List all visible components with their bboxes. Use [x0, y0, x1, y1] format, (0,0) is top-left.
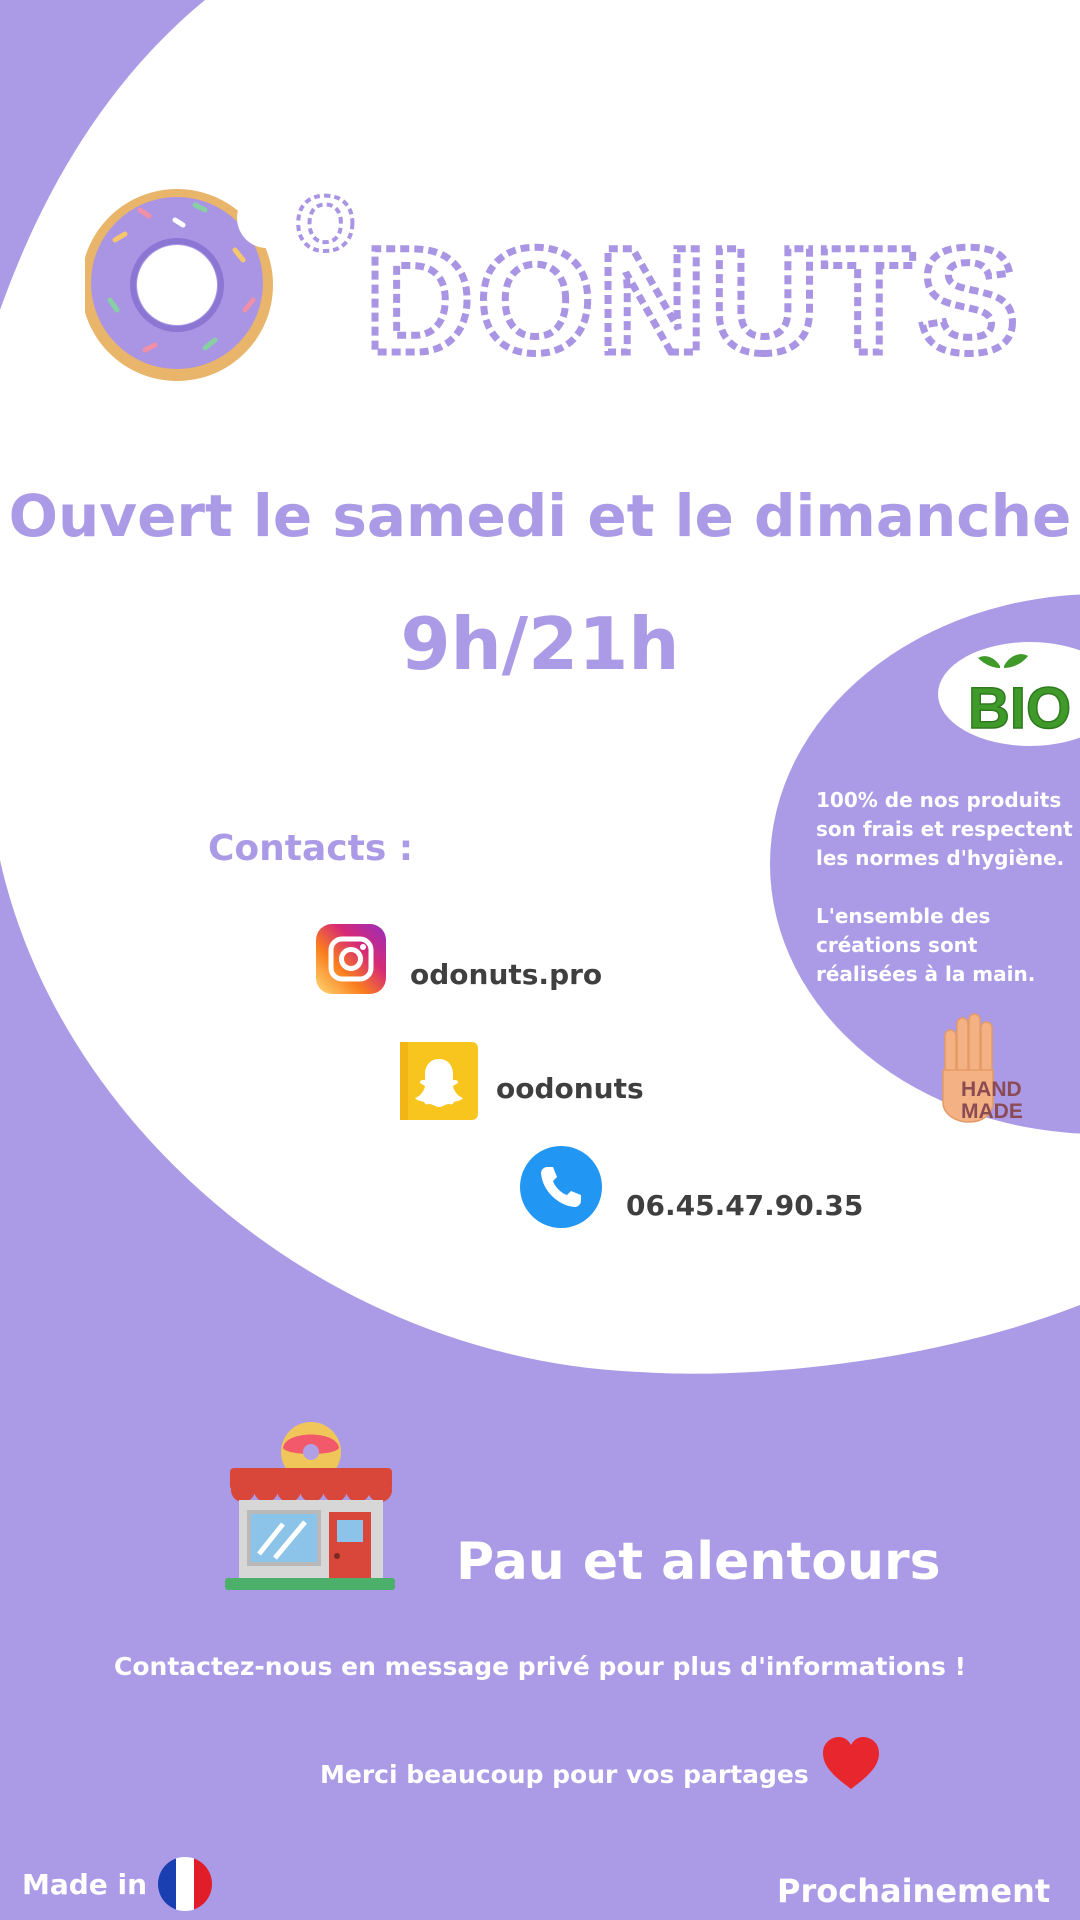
snapchat-handle: oodonuts [496, 1071, 644, 1105]
contact-snapchat[interactable]: oodonuts [400, 1042, 644, 1120]
svg-text:O: O [295, 180, 356, 267]
contact-phone[interactable]: 06.45.47.90.35 [520, 1146, 863, 1228]
instagram-handle: odonuts.pro [410, 957, 603, 991]
brand-logo: O DONUTS [81, 177, 1025, 390]
opening-days: Ouvert le samedi et le dimanche [8, 482, 1072, 550]
svg-text:DONUTS: DONUTS [365, 216, 1022, 384]
flyer: O DONUTS Ouvert le samedi et le dimanche… [0, 0, 1080, 1920]
contact-instagram[interactable]: odonuts.pro [316, 924, 602, 994]
snapchat-icon [400, 1042, 478, 1120]
handmade-badge: HAND MADE [935, 1010, 1050, 1130]
phone-icon [520, 1146, 602, 1228]
heart-icon [822, 1737, 879, 1789]
thanks-row: Merci beaucoup pour vos partages [320, 1737, 881, 1791]
france-flag-icon [158, 1857, 213, 1911]
quality-info: 100% de nos produits son frais et respec… [816, 786, 1080, 1018]
donut-logo-icon [81, 188, 297, 381]
bio-badge: BIO [930, 640, 1080, 748]
svg-text:HAND: HAND [961, 1078, 1022, 1101]
made-in-row: Made in [22, 1856, 213, 1912]
instagram-icon [316, 924, 386, 994]
svg-text:BIO: BIO [968, 676, 1071, 741]
contacts-title: Contacts : [208, 828, 414, 869]
service-area-title: Pau et alentours [456, 1532, 941, 1592]
made-in-label: Made in [22, 1867, 148, 1901]
contact-message: Contactez-nous en message privé pour plu… [114, 1652, 966, 1681]
svg-text:MADE: MADE [961, 1100, 1023, 1123]
donut-shop-icon [225, 1420, 395, 1590]
phone-number: 06.45.47.90.35 [626, 1188, 864, 1222]
coming-soon: Prochainement ... [777, 1872, 1051, 1920]
handmade-text: L'ensemble des créations sont réalisées … [816, 904, 1036, 986]
freshness-text: 100% de nos produits son frais et respec… [816, 788, 1073, 870]
opening-hours: 9h/21h [400, 602, 680, 686]
thanks-message: Merci beaucoup pour vos partages [320, 1759, 809, 1789]
